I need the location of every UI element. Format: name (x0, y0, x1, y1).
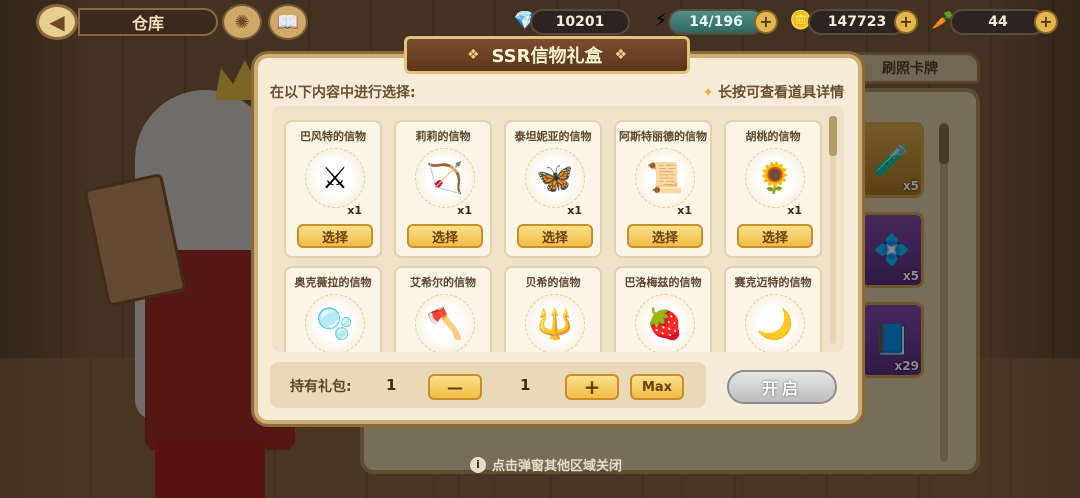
select-button[interactable]: 选择 (627, 224, 703, 248)
open-quantity-value: 1 (520, 376, 531, 394)
token-card[interactable]: 贝希的信物 🔱 (504, 266, 602, 352)
select-button[interactable]: 选择 (737, 224, 813, 248)
sunflower-icon: 🌻 (745, 148, 805, 208)
long-press-hint-text: 长按可查看道具详情 (718, 85, 844, 101)
token-name: 泰坦妮亚的信物 (514, 130, 592, 143)
compass-icon: ✺ (234, 11, 250, 33)
info-icon: i (470, 456, 486, 473)
page-title: 仓库 (78, 8, 218, 36)
token-card[interactable]: 泰坦妮亚的信物 🦋 x1 选择 (504, 120, 602, 258)
token-qty: x1 (787, 204, 802, 217)
token-card[interactable]: 巴风特的信物 ⚔ x1 选择 (284, 120, 382, 258)
ornament-icon: ❖ (614, 47, 628, 63)
add-coin-button[interactable]: + (894, 10, 918, 34)
add-stamina-button[interactable]: + (754, 10, 778, 34)
scythe-icon: ⚔ (305, 148, 365, 208)
token-grid-area[interactable]: 巴风特的信物 ⚔ x1 选择 莉莉的信物 🏹 x1 选择 泰坦妮亚的信物 🦋 x… (272, 106, 844, 352)
butterfly-wings-icon: 🦋 (525, 148, 585, 208)
token-qty: x1 (347, 204, 362, 217)
token-grid-scrollbar[interactable] (829, 116, 837, 344)
token-name: 艾希尔的信物 (410, 276, 476, 289)
back-arrow-icon: ◀ (49, 10, 65, 34)
max-button[interactable]: Max (630, 374, 684, 400)
close-hint: i 点击弹窗其他区域关闭 (470, 455, 622, 474)
selection-prompt: 在以下内容中进行选择: (270, 85, 416, 101)
token-qty: x1 (677, 204, 692, 217)
token-name: 奥克薇拉的信物 (294, 276, 372, 289)
select-button[interactable]: 选择 (297, 224, 373, 248)
select-button[interactable]: 选择 (517, 224, 593, 248)
token-name: 莉莉的信物 (415, 130, 471, 143)
spellbook-icon: 📖 (276, 11, 300, 33)
sparkle-icon: ✦ (702, 85, 714, 101)
token-card[interactable]: 阿斯特丽德的信物 📜 x1 选择 (614, 120, 712, 258)
decrease-button[interactable]: — (428, 374, 482, 400)
scroll-quill-icon: 📜 (635, 148, 695, 208)
open-button[interactable]: 开启 (727, 370, 837, 404)
compass-button[interactable]: ✺ (222, 4, 262, 40)
long-press-hint: ✦ 长按可查看道具详情 (702, 82, 844, 102)
token-grid: 巴风特的信物 ⚔ x1 选择 莉莉的信物 🏹 x1 选择 泰坦妮亚的信物 🦋 x… (284, 120, 822, 352)
bow-icon: 🏹 (415, 148, 475, 208)
token-card[interactable]: 艾希尔的信物 🪓 (394, 266, 492, 352)
relic-icon: 🔱 (525, 294, 585, 352)
owned-packs-label: 持有礼包: (290, 379, 352, 395)
token-card[interactable]: 莉莉的信物 🏹 x1 选择 (394, 120, 492, 258)
stamina-counter: 14/196 (668, 9, 764, 35)
token-qty: x1 (567, 204, 582, 217)
coin-counter: 147723 (808, 9, 906, 35)
ornament-icon: ❖ (466, 47, 480, 63)
close-hint-text: 点击弹窗其他区域关闭 (492, 459, 623, 474)
token-name: 阿斯特丽德的信物 (619, 130, 707, 143)
token-card[interactable]: 奥克薇拉的信物 🫧 (284, 266, 382, 352)
select-button[interactable]: 选择 (407, 224, 483, 248)
modal-title: ❖ SSR信物礼盒 ❖ (404, 36, 690, 74)
crescent-blade-icon: 🌙 (745, 294, 805, 352)
token-qty: x1 (457, 204, 472, 217)
back-button[interactable]: ◀ (36, 4, 78, 40)
bubble-orb-icon: 🫧 (305, 294, 365, 352)
carrot-counter: 44 (950, 9, 1046, 35)
token-name: 赛克迈特的信物 (734, 276, 812, 289)
token-name: 巴风特的信物 (300, 130, 366, 143)
token-name: 胡桃的信物 (745, 130, 801, 143)
token-name: 贝希的信物 (525, 276, 581, 289)
token-card[interactable]: 赛克迈特的信物 🌙 (724, 266, 822, 352)
axe-icon: 🪓 (415, 294, 475, 352)
token-name: 巴洛梅兹的信物 (624, 276, 702, 289)
spellbook-button[interactable]: 📖 (268, 4, 308, 40)
add-carrot-button[interactable]: + (1034, 10, 1058, 34)
token-card[interactable]: 巴洛梅兹的信物 🍓 (614, 266, 712, 352)
strawberry-icon: 🍓 (635, 294, 695, 352)
crystal-counter: 10201 (530, 9, 630, 35)
increase-button[interactable]: + (565, 374, 619, 400)
token-card[interactable]: 胡桃的信物 🌻 x1 选择 (724, 120, 822, 258)
modal-title-text: SSR信物礼盒 (491, 46, 603, 67)
owned-packs-value: 1 (386, 376, 397, 394)
